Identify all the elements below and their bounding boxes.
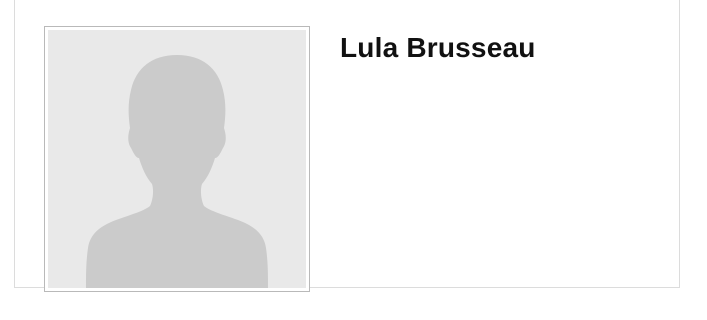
person-silhouette-icon <box>86 55 268 288</box>
profile-card: Lula Brusseau <box>14 0 680 292</box>
avatar-placeholder <box>48 30 306 288</box>
profile-name[interactable]: Lula Brusseau <box>340 32 536 64</box>
avatar[interactable] <box>44 26 310 292</box>
